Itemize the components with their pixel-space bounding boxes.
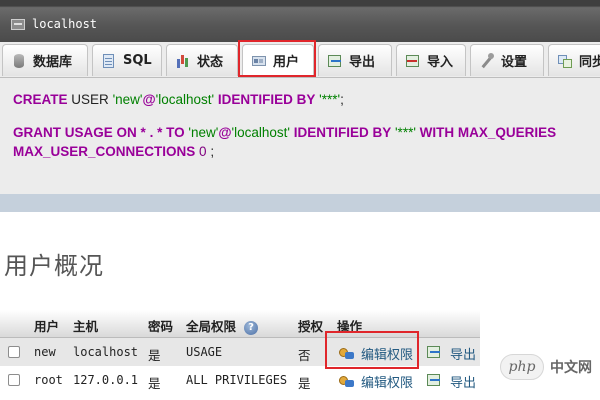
edit-privileges-link[interactable]: 编辑权限 (361, 344, 413, 363)
tab-settings-label: 设置 (501, 55, 528, 70)
edit-privileges-icon[interactable] (338, 372, 354, 388)
cell-grant: 否 (298, 348, 311, 363)
sql-operator: . (149, 125, 154, 140)
sql-operator: @ (142, 92, 156, 107)
server-icon (11, 19, 25, 30)
col-action: 操作 (337, 319, 363, 334)
export-icon[interactable] (426, 344, 442, 360)
tab-sync-label: 同步 (579, 55, 600, 70)
cell-password: 是 (148, 376, 161, 391)
cell-user: new (34, 345, 56, 359)
col-host: 主机 (73, 319, 99, 334)
row-checkbox[interactable] (8, 374, 20, 386)
sql-keyword: GRANT USAGE ON (13, 125, 137, 140)
col-grant: 授权 (298, 319, 324, 334)
export-icon (327, 53, 343, 69)
col-password: 密码 (148, 319, 174, 334)
export-icon[interactable] (426, 372, 442, 388)
export-link[interactable]: 导出 (450, 344, 476, 363)
cell-user: root (34, 373, 63, 387)
sql-string: 'new' (188, 125, 219, 140)
tab-import[interactable]: 导入 (396, 44, 466, 76)
export-link[interactable]: 导出 (450, 372, 476, 391)
cell-host: 127.0.0.1 (73, 373, 139, 387)
sql-keyword: MAX_USER_CONNECTIONS (13, 144, 196, 159)
sync-icon (557, 53, 573, 69)
sql-string: '***' (394, 125, 416, 140)
sql-line-2: GRANT USAGE ON * . * TO 'new'@'localhost… (13, 125, 556, 140)
sql-operator: * (157, 125, 163, 140)
sql-operator: * (140, 125, 146, 140)
table-row: new localhost 是 USAGE 否 编辑权限 导出 (0, 338, 480, 366)
tab-databases[interactable]: 数据库 (2, 44, 88, 76)
sql-string: 'new' (112, 92, 143, 107)
tab-users[interactable]: 用户 (242, 44, 314, 76)
sql-keyword: IDENTIFIED BY (293, 125, 392, 140)
row-checkbox[interactable] (8, 346, 20, 358)
sql-icon (101, 53, 117, 69)
sql-text: USER (71, 92, 109, 107)
sql-number: 0 (199, 144, 207, 159)
tab-import-label: 导入 (427, 55, 454, 70)
window-title: localhost (32, 17, 98, 31)
tab-sync[interactable]: 同步 (548, 44, 600, 76)
col-global-privileges-label: 全局权限 (186, 319, 237, 334)
sql-line-3: MAX_USER_CONNECTIONS 0 ; (13, 144, 214, 159)
tab-settings[interactable]: 设置 (470, 44, 544, 76)
tab-databases-label: 数据库 (33, 55, 73, 70)
import-icon (405, 53, 421, 69)
status-icon (175, 53, 191, 69)
database-icon (11, 53, 27, 69)
cell-grant: 是 (298, 376, 311, 391)
table-header: 用户 主机 密码 全局权限? 授权 操作 (0, 310, 480, 338)
tab-sql-label: SQL (123, 53, 152, 68)
tab-sql[interactable]: SQL (92, 44, 162, 76)
user-icon (251, 53, 267, 69)
sql-keyword: IDENTIFIED BY (217, 92, 316, 107)
sql-text: ; (340, 92, 344, 107)
sql-query-box: CREATE USER 'new'@'localhost' IDENTIFIED… (0, 78, 600, 194)
sql-string: '***' (319, 92, 341, 107)
tab-users-label: 用户 (273, 55, 300, 70)
cell-privileges: USAGE (186, 345, 223, 359)
sql-operator: @ (218, 125, 232, 140)
watermark-text: 中文网 (550, 360, 592, 376)
sql-box-footer (0, 194, 600, 212)
sql-string: 'localhost' (155, 92, 215, 107)
title-bar: localhost (0, 0, 600, 42)
tab-export[interactable]: 导出 (318, 44, 392, 76)
tab-status[interactable]: 状态 (166, 44, 238, 76)
page-title: 用户概况 (4, 252, 104, 280)
watermark: php 中文网 (500, 354, 592, 380)
edit-privileges-icon[interactable] (338, 344, 354, 360)
tab-export-label: 导出 (349, 55, 376, 70)
sql-keyword: WITH MAX_QUERIES (419, 125, 557, 140)
cell-privileges: ALL PRIVILEGES (186, 373, 288, 387)
sql-text: ; (210, 144, 215, 159)
tab-status-label: 状态 (197, 55, 224, 70)
sql-line-1: CREATE USER 'new'@'localhost' IDENTIFIED… (13, 92, 344, 107)
settings-icon (479, 52, 495, 69)
sql-string: 'localhost' (231, 125, 290, 140)
sql-keyword: CREATE (13, 92, 68, 107)
help-icon[interactable]: ? (244, 320, 259, 335)
edit-privileges-link[interactable]: 编辑权限 (361, 372, 413, 391)
php-logo: php (500, 354, 544, 380)
col-user: 用户 (34, 319, 60, 334)
table-row: root 127.0.0.1 是 ALL PRIVILEGES 是 编辑权限 导… (0, 366, 480, 394)
col-global-privileges: 全局权限? (186, 316, 259, 335)
cell-host: localhost (73, 345, 139, 359)
sql-keyword: TO (166, 125, 185, 140)
tab-bar: 数据库 SQL 状态 用户 导出 导入 设置 同步 (0, 42, 600, 78)
cell-password: 是 (148, 348, 161, 363)
